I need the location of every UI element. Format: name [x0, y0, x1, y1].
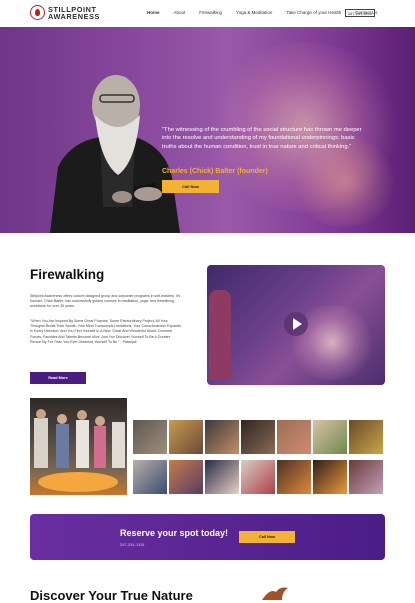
firewalking-heading: Firewalking	[30, 267, 105, 282]
gallery-thumb-5[interactable]	[277, 420, 311, 454]
logo[interactable]: STILLPOINT AWARENESS	[30, 5, 100, 20]
hero-quote: "The witnessing of the crumbling of the …	[162, 127, 362, 150]
gallery-thumb-7[interactable]	[349, 420, 383, 454]
gallery-thumb-6[interactable]	[313, 420, 347, 454]
read-more-button[interactable]: Read More	[30, 372, 86, 384]
cta-title: Reserve your spot today!	[120, 528, 229, 538]
patanjali-quote: "When You Are Inspired By Some Great Pur…	[30, 319, 181, 344]
site-header: STILLPOINT AWARENESS Home About Firewalk…	[0, 0, 415, 27]
nav-yoga-meditation[interactable]: Yoga & Meditation	[236, 10, 272, 15]
gallery-thumb-11[interactable]	[241, 460, 275, 494]
gallery-thumb-9[interactable]	[169, 460, 203, 494]
hero-call-now-button[interactable]: Call Now	[162, 180, 219, 193]
gallery-thumb-13[interactable]	[313, 460, 347, 494]
nav-about[interactable]: About	[174, 10, 186, 15]
hero-section: "The witnessing of the crumbling of the …	[0, 27, 415, 233]
discover-heading: Discover Your True Nature	[30, 588, 193, 603]
cta-phone[interactable]: 267-251-1115	[120, 542, 144, 547]
video-person-silhouette	[209, 290, 231, 380]
reserve-cta-banner: Reserve your spot today! 267-251-1115 Ca…	[30, 514, 385, 560]
gallery-thumb-8[interactable]	[133, 460, 167, 494]
gallery-thumb-4[interactable]	[241, 420, 275, 454]
phone-button[interactable]: 267-251-1115	[345, 9, 375, 17]
gallery-featured-photo[interactable]	[30, 398, 127, 495]
gallery-thumb-3[interactable]	[205, 420, 239, 454]
play-icon[interactable]	[284, 312, 308, 336]
founder-photo	[50, 75, 180, 233]
gallery-thumb-2[interactable]	[169, 420, 203, 454]
firewalking-video[interactable]	[207, 265, 385, 385]
logo-line-2: AWARENESS	[48, 11, 101, 21]
gallery-thumb-14[interactable]	[349, 460, 383, 494]
gallery-thumb-12[interactable]	[277, 460, 311, 494]
logo-text: STILLPOINT AWARENESS	[48, 5, 101, 21]
hero-author: Charles (Chick) Balter (founder)	[162, 168, 268, 175]
nav-home[interactable]: Home	[147, 10, 160, 15]
bird-icon	[262, 587, 288, 600]
nav-firewalking[interactable]: Firewalking	[199, 10, 222, 15]
firewalking-intro-text: Stillpoint Awareness offers custom desig…	[30, 294, 181, 309]
cta-call-now-button[interactable]: Call Now	[239, 531, 295, 543]
gallery-thumb-10[interactable]	[205, 460, 239, 494]
nav-take-charge-health[interactable]: Take Charge of your Health	[286, 10, 341, 15]
gallery-thumb-1[interactable]	[133, 420, 167, 454]
logo-flame-icon	[30, 5, 45, 20]
firewalkers-group-image	[34, 409, 125, 492]
